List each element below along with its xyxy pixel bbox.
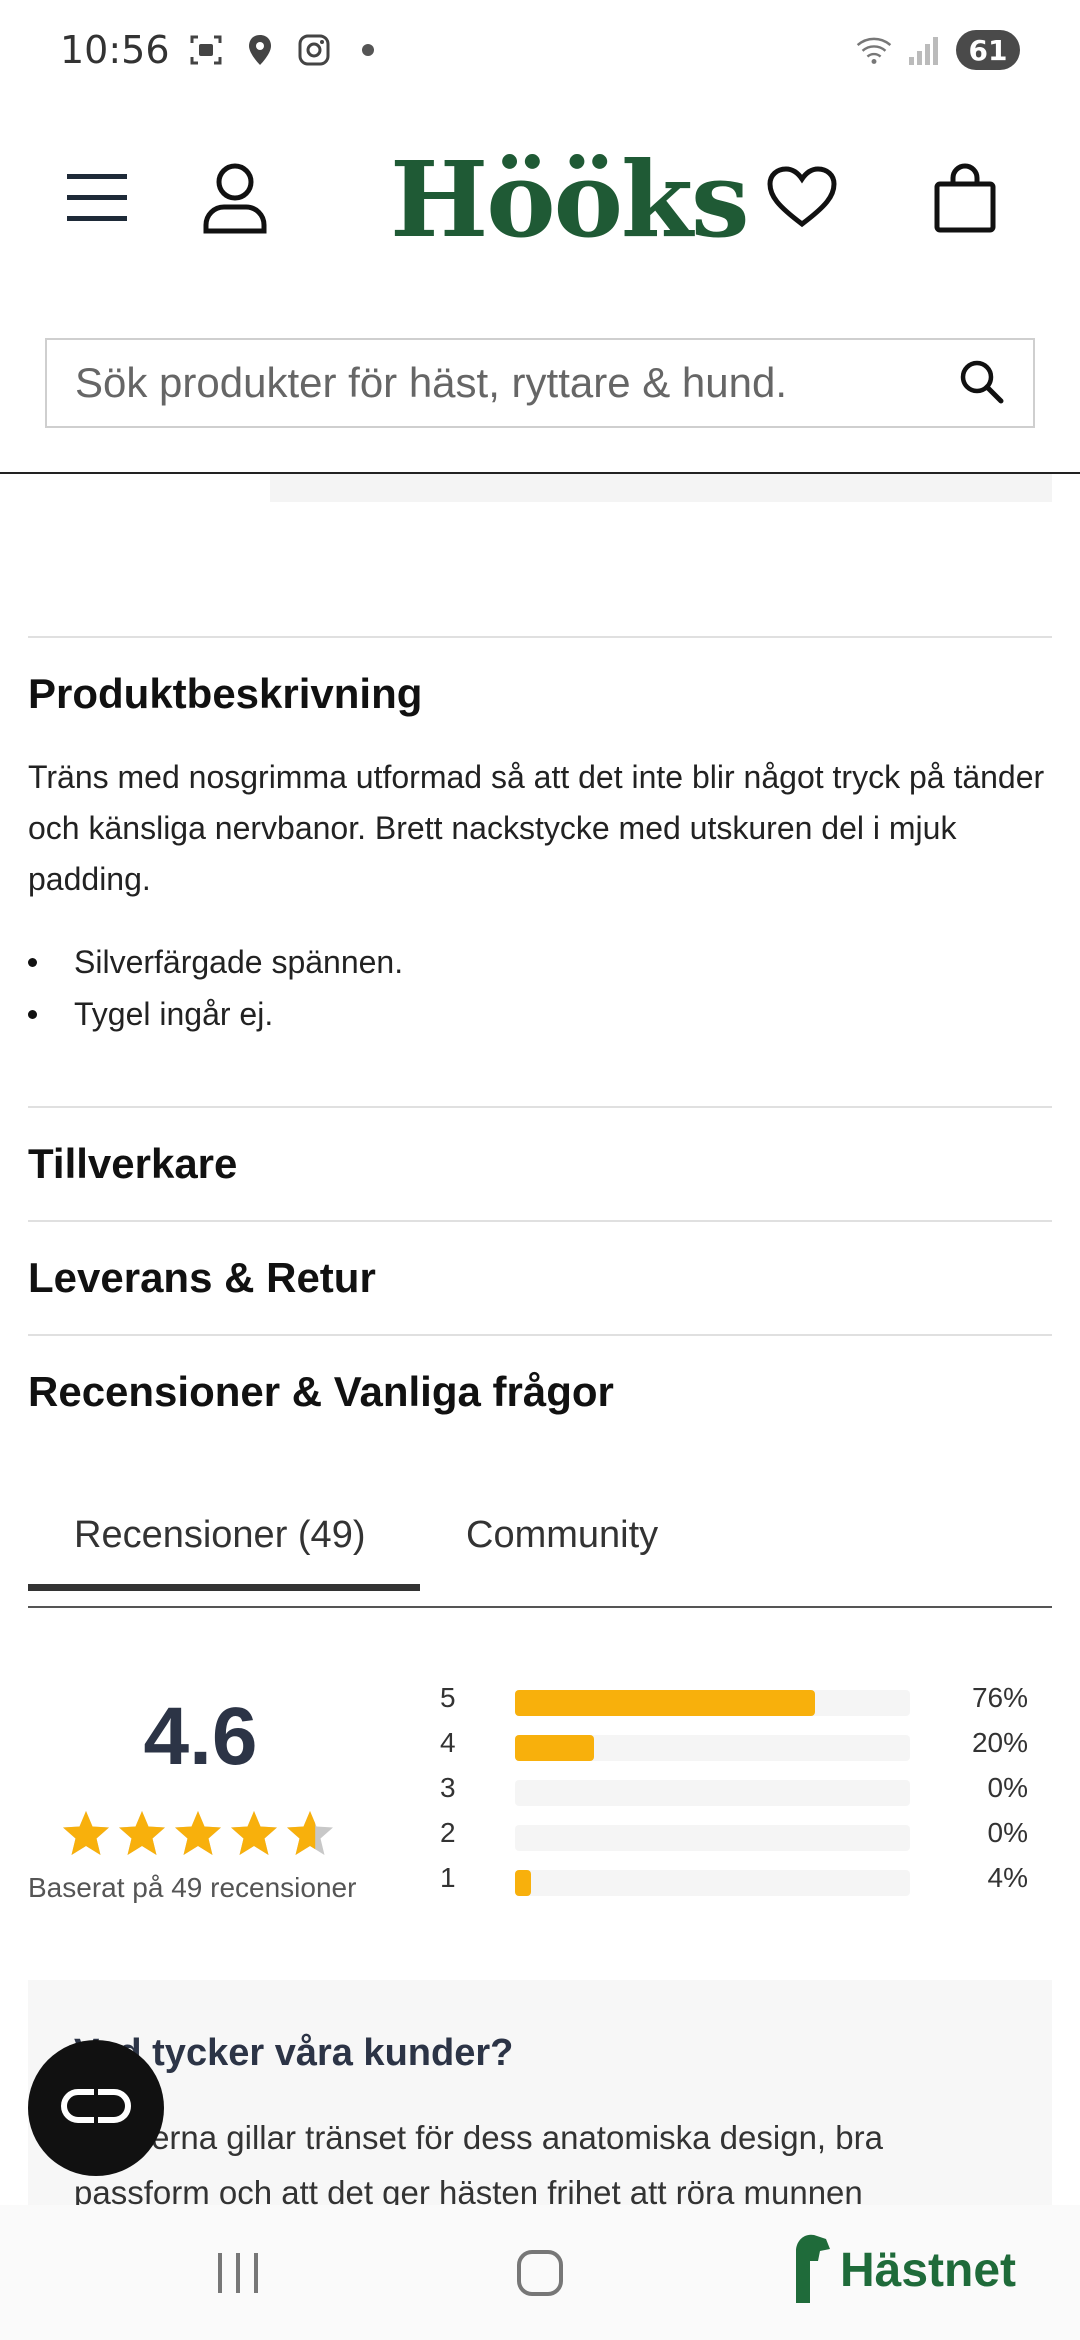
- shopping-bag-icon: [933, 162, 997, 239]
- description-text: Träns med nosgrimma utformad så att det …: [28, 759, 1045, 897]
- cart-button[interactable]: [925, 160, 1005, 240]
- rating-row-4[interactable]: 4 20%: [440, 1723, 1040, 1768]
- home-icon: [516, 2249, 564, 2302]
- chat-button[interactable]: [28, 2040, 164, 2176]
- rating-row-label: 3: [440, 1772, 456, 1803]
- favorites-button[interactable]: [762, 160, 842, 240]
- reviews-faq-section[interactable]: Recensioner & Vanliga frågor: [28, 1368, 614, 1416]
- status-time: 10:56: [60, 28, 170, 72]
- rating-row-5[interactable]: 5 76%: [440, 1678, 1040, 1723]
- star-icon: [116, 1808, 168, 1860]
- site-logo[interactable]: Hööks: [390, 148, 750, 252]
- site-header: Hööks: [0, 140, 1080, 260]
- star-icon: [60, 1808, 112, 1860]
- reviews-tabs: Recensioner (49) Community: [28, 1480, 1052, 1610]
- rating-bar-track: [515, 1690, 910, 1716]
- recent-apps-button[interactable]: [198, 2245, 278, 2305]
- tab-community[interactable]: Community: [466, 1480, 658, 1590]
- rating-basis: Baserat på 49 recensioner: [28, 1872, 357, 1903]
- description-bullets: Silverfärgade spännen. Tygel ingår ej.: [28, 936, 1028, 1040]
- rating-bar-fill: [515, 1870, 531, 1896]
- rating-bar-fill: [515, 1735, 594, 1761]
- search-bar[interactable]: Sök produkter för häst, ryttare & hund.: [45, 338, 1035, 428]
- rating-row-percent: 20%: [971, 1727, 1028, 1758]
- rating-bar-track: [515, 1780, 910, 1806]
- wifi-icon: [856, 32, 892, 68]
- tabs-divider: [28, 1606, 1052, 1608]
- tab-reviews[interactable]: Recensioner (49): [74, 1480, 365, 1590]
- location-icon: [242, 32, 278, 68]
- hastnet-label: Hästnet: [840, 2243, 1017, 2297]
- average-rating: 4.6: [143, 1691, 258, 1782]
- recent-apps-icon: [214, 2251, 262, 2300]
- hastnet-brand[interactable]: Hästnet: [790, 2225, 1016, 2315]
- account-button[interactable]: [195, 160, 275, 240]
- rating-distribution: 5 76% 4 20% 3 0% 2 0% 1 4%: [440, 1678, 1040, 1903]
- home-button[interactable]: [500, 2245, 580, 2305]
- section-divider: [28, 1334, 1052, 1336]
- shipping-section[interactable]: Leverans & Retur: [28, 1254, 376, 1302]
- heart-icon: [766, 165, 838, 235]
- rating-row-percent: 0%: [987, 1817, 1028, 1848]
- horse-logo-icon: [790, 2231, 834, 2310]
- list-item: Tygel ingår ej.: [28, 988, 1028, 1040]
- summary-text: Kunderna gillar tränset för dess anatomi…: [74, 2119, 883, 2211]
- instagram-icon: [296, 32, 332, 68]
- search-input[interactable]: Sök produkter för häst, ryttare & hund.: [75, 359, 957, 407]
- rating-row-percent: 0%: [987, 1772, 1028, 1803]
- description-title[interactable]: Produktbeskrivning: [28, 670, 422, 718]
- rating-row-2[interactable]: 2 0%: [440, 1813, 1040, 1858]
- rating-row-percent: 76%: [971, 1682, 1028, 1713]
- section-divider: [28, 1220, 1052, 1222]
- rating-bar-fill: [515, 1690, 816, 1716]
- star-rating: [60, 1808, 336, 1860]
- star-icon: [172, 1808, 224, 1860]
- battery-indicator: 61: [956, 30, 1020, 70]
- rating-row-3[interactable]: 3 0%: [440, 1768, 1040, 1813]
- image-gallery-edge: [270, 474, 1052, 502]
- rating-row-label: 2: [440, 1817, 456, 1848]
- hamburger-icon: [65, 170, 129, 231]
- search-icon[interactable]: [957, 357, 1005, 410]
- status-bar: 10:56 61: [0, 0, 1080, 100]
- notification-dot-icon: [350, 32, 386, 68]
- section-divider: [28, 1106, 1052, 1108]
- rating-row-label: 5: [440, 1682, 456, 1713]
- system-nav-bar: Hästnet: [0, 2205, 1080, 2340]
- rating-bar-track: [515, 1870, 910, 1896]
- star-icon: [228, 1808, 280, 1860]
- manufacturer-section[interactable]: Tillverkare: [28, 1140, 237, 1188]
- rating-bar-track: [515, 1735, 910, 1761]
- signal-icon: [906, 32, 942, 68]
- rating-row-percent: 4%: [987, 1862, 1028, 1893]
- rating-row-label: 4: [440, 1727, 456, 1758]
- star-icon: [284, 1808, 336, 1860]
- rating-row-1[interactable]: 1 4%: [440, 1858, 1040, 1903]
- active-tab-indicator: [28, 1584, 420, 1591]
- section-divider: [28, 636, 1052, 638]
- rating-bar-track: [515, 1825, 910, 1851]
- user-icon: [202, 162, 268, 239]
- menu-button[interactable]: [57, 160, 137, 240]
- chat-icon: [58, 2084, 134, 2133]
- screenshot-icon: [188, 32, 224, 68]
- list-item: Silverfärgade spännen.: [28, 936, 1028, 988]
- rating-row-label: 1: [440, 1862, 456, 1893]
